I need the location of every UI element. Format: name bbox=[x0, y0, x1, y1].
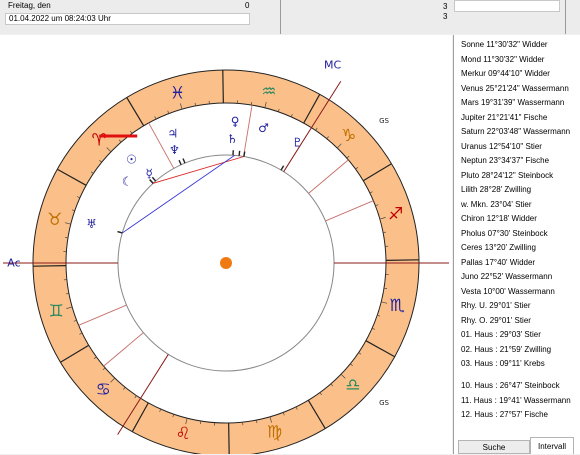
zodiac-sign-glyph: ♎ bbox=[345, 376, 360, 396]
day-label: Freitag, den bbox=[5, 1, 245, 12]
gs-label: GS bbox=[379, 117, 389, 125]
zodiac-sign-glyph: ♒ bbox=[261, 82, 276, 102]
left-counter: 0 bbox=[245, 1, 249, 11]
saturn-glyph: ♄ bbox=[227, 132, 238, 146]
neptune-glyph: ♆ bbox=[169, 143, 180, 157]
divider bbox=[280, 0, 281, 34]
point-position-row: Juno 22°52' Wassermann bbox=[461, 272, 552, 282]
right-counter-a: 3 bbox=[443, 2, 447, 12]
planet-position-row: Uranus 12°54'10" Stier bbox=[461, 142, 542, 152]
point-position-row: Rhy. O. 29°01' Stier bbox=[461, 316, 531, 326]
center-dot bbox=[220, 257, 232, 269]
planet-position-row: Merkur 09°44'10" Widder bbox=[461, 69, 550, 79]
mars-glyph: ♂ bbox=[258, 121, 269, 135]
datetime-field[interactable]: 01.04.2022 um 08:24:03 Uhr bbox=[5, 13, 250, 25]
sign-boundary bbox=[229, 423, 230, 454]
search-field[interactable] bbox=[454, 0, 560, 12]
house-cusp-row: 02. Haus : 21°59' Zwilling bbox=[461, 345, 551, 355]
house-cusp-row: 11. Haus : 19°41' Wassermann bbox=[461, 396, 571, 406]
point-position-row: Lilith 28°28' Zwilling bbox=[461, 185, 531, 195]
right-counter-b: 3 bbox=[443, 12, 447, 22]
gs-label: GS bbox=[379, 399, 389, 407]
top-bar: Freitag, den 0 01.04.2022 um 08:24:03 Uh… bbox=[0, 0, 580, 34]
tab-search[interactable]: Suche bbox=[458, 440, 530, 454]
horoscope-wheel: ♈ ♉ ♊ ♋ ♌ ♍ ♎ ♏ ♐ ♑ ♒ ♓ MC Ac GS GS ☉ ☾ ☿ ♀ ♂ ♃ ♄ ♅ ♆ ♇ bbox=[0, 35, 452, 454]
planet-position-row: Sonne 11°30'32" Widder bbox=[461, 40, 548, 50]
jupiter-glyph: ♃ bbox=[167, 127, 178, 141]
point-position-row: Pallas 17°40' Widder bbox=[461, 258, 535, 268]
zodiac-sign-glyph: ♉ bbox=[47, 210, 62, 230]
venus-glyph: ♀ bbox=[231, 114, 240, 128]
sign-boundary bbox=[386, 260, 419, 261]
planet-position-row: Mond 11°30'32" Widder bbox=[461, 55, 544, 65]
positions-panel: Sonne 11°30'32" Widder Mond 11°30'32" Wid… bbox=[453, 35, 580, 454]
point-position-row: Rhy. U. 29°01' Stier bbox=[461, 301, 531, 311]
zodiac-sign-glyph: ♏ bbox=[390, 296, 405, 316]
planet-position-row: Saturn 22°03'48" Wassermann bbox=[461, 127, 570, 137]
planet-position-row: Venus 25°21'24" Wassermann bbox=[461, 84, 569, 94]
uranus-glyph: ♅ bbox=[86, 217, 97, 231]
planet-position-row: Neptun 23°34'37" Fische bbox=[461, 156, 549, 166]
zodiac-sign-glyph: ♑ bbox=[341, 126, 356, 146]
point-position-row: Chiron 12°18' Widder bbox=[461, 214, 537, 224]
tab-interval[interactable]: Intervall bbox=[530, 437, 574, 454]
planet-position-row: Jupiter 21°21'41" Fische bbox=[461, 113, 547, 123]
ac-label: Ac bbox=[7, 257, 20, 270]
mc-label: MC bbox=[324, 58, 341, 71]
zodiac-sign-glyph: ♍ bbox=[267, 423, 282, 443]
zodiac-sign-glyph: ♈ bbox=[92, 130, 107, 150]
house-cusp-row: 12. Haus : 27°57' Fische bbox=[461, 410, 548, 420]
sign-boundary bbox=[33, 266, 66, 267]
zodiac-sign-glyph: ♓ bbox=[170, 83, 185, 103]
planet-tick bbox=[244, 152, 245, 157]
pluto-glyph: ♇ bbox=[292, 136, 303, 150]
planet-position-row: Mars 19°31'39" Wassermann bbox=[461, 98, 564, 108]
point-position-row: w. Mkn. 23°04' Stier bbox=[461, 200, 532, 210]
house-cusp-row: 10. Haus : 26°47' Steinbock bbox=[461, 381, 560, 391]
point-position-row: Ceres 13°20' Zwilling bbox=[461, 243, 536, 253]
sun-glyph: ☉ bbox=[126, 153, 137, 167]
chart-area: ♈ ♉ ♊ ♋ ♌ ♍ ♎ ♏ ♐ ♑ ♒ ♓ MC Ac GS GS ☉ ☾ ☿ ♀ ♂ ♃ ♄ ♅ ♆ ♇ bbox=[0, 35, 452, 454]
mercury-glyph: ☿ bbox=[145, 166, 152, 180]
moon-glyph: ☾ bbox=[122, 174, 133, 188]
house-cusp-row: 03. Haus : 09°11' Krebs bbox=[461, 359, 545, 369]
planet-tick bbox=[239, 151, 240, 156]
house-cusp-row: 01. Haus : 29°03' Stier bbox=[461, 330, 541, 340]
zodiac-sign-glyph: ♐ bbox=[388, 204, 403, 224]
scrollbar-divider bbox=[565, 0, 566, 34]
point-position-row: Pholus 07°30' Steinbock bbox=[461, 229, 548, 239]
zodiac-sign-glyph: ♊ bbox=[49, 302, 64, 322]
sign-boundary bbox=[223, 70, 224, 103]
point-position-row: Vesta 10°00' Wassermann bbox=[461, 287, 555, 297]
zodiac-sign-glyph: ♋ bbox=[96, 380, 111, 400]
zodiac-sign-glyph: ♌ bbox=[176, 424, 191, 444]
planet-position-row: Pluto 28°24'12" Steinbock bbox=[461, 171, 553, 181]
